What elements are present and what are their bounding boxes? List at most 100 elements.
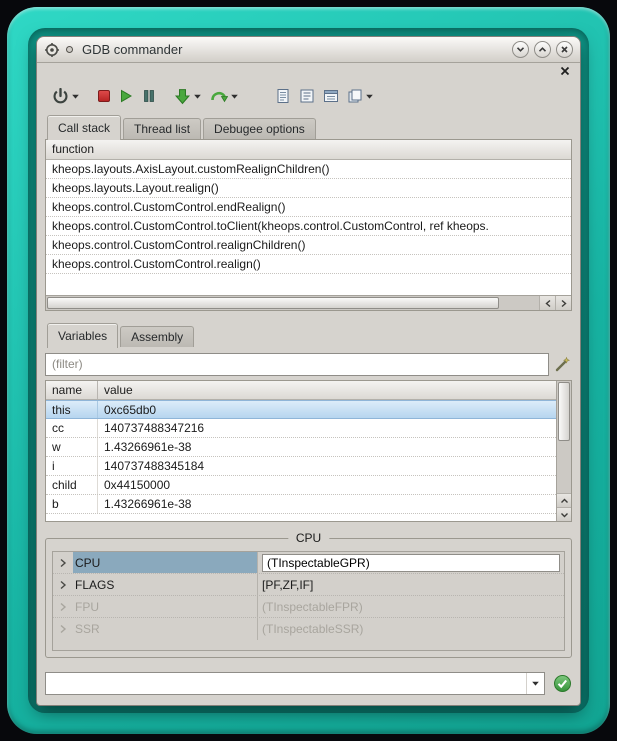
cpu-row[interactable]: FLAGS [PF,ZF,IF] [53, 574, 564, 596]
tab-assembly[interactable]: Assembly [120, 326, 194, 347]
shade-button[interactable] [512, 41, 529, 58]
variable-value: 0xc65db0 [98, 401, 556, 418]
dock-header [45, 63, 572, 79]
expander-icon [53, 624, 73, 634]
variable-value: 140737488347216 [98, 419, 556, 437]
evaluate-button[interactable] [274, 87, 292, 105]
pages-menu-chevron-icon[interactable] [365, 93, 374, 100]
step-into-button[interactable] [173, 87, 203, 106]
column-header-function: function [46, 140, 94, 159]
scrollbar-thumb[interactable] [47, 297, 499, 309]
pause-button[interactable] [141, 88, 157, 104]
filter-row [45, 352, 572, 376]
expander-icon [53, 602, 73, 612]
call-stack-header: function [46, 140, 571, 160]
power-icon [52, 88, 69, 105]
register-group-name: FLAGS [73, 574, 258, 595]
variables-header: name value [46, 381, 556, 400]
upper-tab-bar: Call stack Thread list Debugee options [45, 113, 572, 139]
list-icon [299, 88, 315, 104]
tab-debugee-options[interactable]: Debugee options [203, 118, 316, 139]
variable-name: w [46, 438, 98, 456]
variable-value: 0x44150000 [98, 476, 556, 494]
tab-call-stack[interactable]: Call stack [47, 115, 121, 140]
expander-icon[interactable] [53, 558, 73, 568]
cpu-row[interactable]: CPU [53, 552, 564, 574]
variable-row[interactable]: this 0xc65db0 [46, 400, 556, 419]
callstack-row[interactable]: kheops.control.CustomControl.endRealign(… [46, 198, 571, 217]
step-into-icon [174, 88, 191, 105]
variable-name: child [46, 476, 98, 494]
pages-button[interactable] [346, 87, 375, 105]
callstack-row[interactable]: kheops.layouts.AxisLayout.customRealignC… [46, 160, 571, 179]
variable-name: this [46, 401, 98, 418]
register-group-name: SSR [73, 618, 258, 640]
callstack-row[interactable]: kheops.control.CustomControl.realign() [46, 255, 571, 274]
confirm-button[interactable] [552, 674, 572, 694]
callstack-row[interactable]: kheops.control.CustomControl.realignChil… [46, 236, 571, 255]
output-button[interactable] [298, 87, 316, 105]
cpu-groupbox: CPU CPU FLAGS [PF,ZF,IF] [45, 538, 572, 658]
register-group-value: [PF,ZF,IF] [258, 578, 564, 592]
stop-button[interactable] [97, 89, 111, 103]
register-value-field[interactable] [262, 554, 560, 572]
step-over-button[interactable] [209, 87, 240, 105]
debug-toolbar [45, 79, 572, 113]
dock-close-icon[interactable] [560, 66, 570, 76]
callstack-empty-area [46, 274, 571, 295]
watch-window-button[interactable] [322, 87, 340, 105]
scroll-down-button[interactable] [557, 507, 571, 521]
pages-icon [347, 88, 363, 104]
column-header-value: value [98, 381, 133, 399]
variable-row[interactable]: cc 140737488347216 [46, 419, 556, 438]
power-button[interactable] [51, 87, 81, 106]
tab-thread-list[interactable]: Thread list [123, 118, 201, 139]
document-icon [275, 88, 291, 104]
command-combobox[interactable] [45, 672, 545, 695]
variable-value: 140737488345184 [98, 457, 556, 475]
titlebar[interactable]: GDB commander [37, 37, 580, 63]
variable-row[interactable]: child 0x44150000 [46, 476, 556, 495]
step-into-menu-chevron-icon[interactable] [193, 93, 202, 100]
variable-row[interactable]: b 1.43266961e-38 [46, 495, 556, 514]
filter-input[interactable] [45, 353, 549, 376]
register-group-value [258, 554, 564, 572]
power-menu-chevron-icon[interactable] [71, 93, 80, 100]
tab-variables[interactable]: Variables [47, 323, 118, 348]
pause-icon [142, 89, 156, 103]
scroll-up-button[interactable] [557, 493, 571, 507]
horizontal-scrollbar[interactable] [46, 295, 571, 310]
wand-icon[interactable] [554, 355, 572, 373]
step-over-menu-chevron-icon[interactable] [230, 93, 239, 100]
call-stack-panel: function kheops.layouts.AxisLayout.custo… [45, 139, 572, 311]
variable-name: cc [46, 419, 98, 437]
cpu-group-title: CPU [288, 531, 329, 545]
play-icon [118, 88, 134, 104]
combobox-dropdown-icon[interactable] [526, 673, 544, 694]
command-bar [45, 672, 572, 695]
register-group-name: CPU [73, 552, 258, 573]
continue-button[interactable] [117, 87, 135, 105]
callstack-row[interactable]: kheops.layouts.Layout.realign() [46, 179, 571, 198]
register-group-value: (TInspectableFPR) [258, 600, 564, 614]
close-button[interactable] [556, 41, 573, 58]
vertical-scrollbar[interactable] [556, 381, 571, 521]
register-group-name: FPU [73, 596, 258, 617]
window-menu-icon[interactable] [65, 45, 74, 54]
variable-value: 1.43266961e-38 [98, 438, 556, 456]
variables-table: name value this 0xc65db0 cc 140737488347… [46, 381, 556, 521]
register-group-value: (TInspectableSSR) [258, 622, 564, 636]
cpu-register-table: CPU FLAGS [PF,ZF,IF] FPU [52, 551, 565, 651]
expander-icon[interactable] [53, 580, 73, 590]
cpu-row: FPU (TInspectableFPR) [53, 596, 564, 618]
scrollbar-thumb[interactable] [558, 382, 570, 441]
cpu-row: SSR (TInspectableSSR) [53, 618, 564, 640]
variable-row[interactable]: w 1.43266961e-38 [46, 438, 556, 457]
maximize-button[interactable] [534, 41, 551, 58]
scroll-left-button[interactable] [539, 296, 555, 310]
app-icon [44, 42, 60, 58]
callstack-row[interactable]: kheops.control.CustomControl.toClient(kh… [46, 217, 571, 236]
variable-name: i [46, 457, 98, 475]
variable-row[interactable]: i 140737488345184 [46, 457, 556, 476]
scroll-right-button[interactable] [555, 296, 571, 310]
